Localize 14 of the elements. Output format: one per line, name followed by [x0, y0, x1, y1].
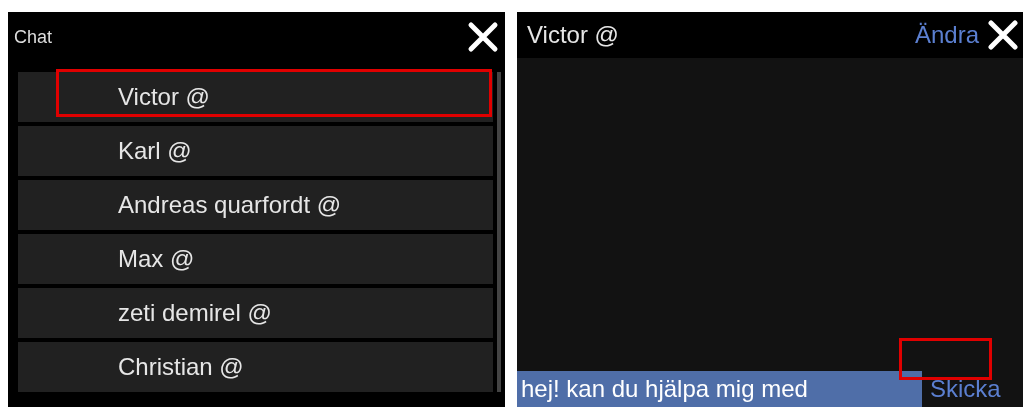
send-button[interactable]: Skicka [928, 375, 1003, 403]
contact-item[interactable]: Christian @ [18, 342, 493, 392]
contact-item[interactable]: zeti demirel @ [18, 288, 493, 338]
message-field[interactable]: hej! kan du hjälpa mig med [517, 371, 922, 407]
edit-link[interactable]: Ändra [914, 21, 979, 49]
contact-item[interactable]: Andreas quarfordt @ [18, 180, 493, 230]
screen-title: Chat [14, 26, 53, 48]
chat-title: Victor @ [527, 21, 619, 49]
close-icon[interactable] [467, 21, 499, 53]
contact-item[interactable]: Max @ [18, 234, 493, 284]
scrollbar[interactable] [497, 72, 501, 392]
close-icon[interactable] [987, 19, 1019, 51]
contact-item[interactable]: Karl @ [18, 126, 493, 176]
contact-item[interactable]: Victor @ [18, 72, 493, 122]
